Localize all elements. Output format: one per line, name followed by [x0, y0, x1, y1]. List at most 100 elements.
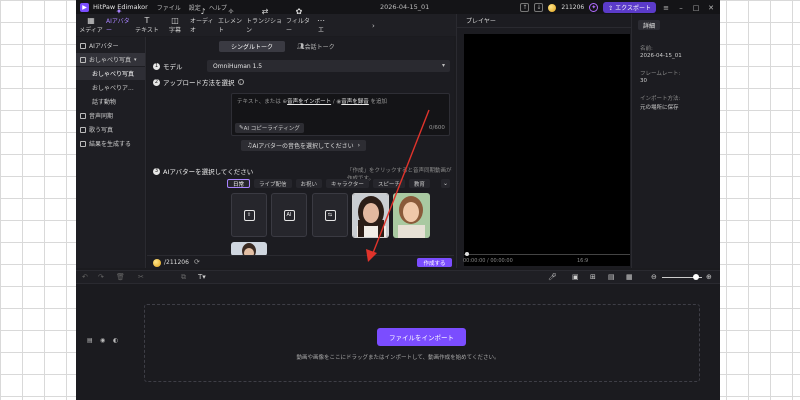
step-upload-label: アップロード方法を選択	[163, 79, 235, 87]
sidebar-sub-talking-avatar[interactable]: おしゃべりア...	[76, 81, 145, 94]
tool-subtitles-label: 字幕	[168, 27, 181, 34]
avatar-photo-1[interactable]	[352, 193, 389, 238]
upload-photo-tile[interactable]: ⇪	[231, 193, 267, 237]
ai-copywriting-button[interactable]: ✎ AI コピーライティング	[235, 123, 304, 133]
sidebar-item-talking-photo[interactable]: おしゃべり写真 ▾	[76, 53, 145, 66]
sidebar-item-ai-avatar[interactable]: AIアバター	[76, 39, 145, 52]
upload-icon[interactable]: ↑	[520, 3, 530, 12]
people-icon: 👥︎	[297, 43, 305, 50]
tool-filters-label: フィルター	[286, 18, 310, 34]
crop-icon[interactable]: ⧉	[181, 273, 186, 282]
tool-media[interactable]: ▦ メディア	[78, 16, 104, 34]
delete-icon[interactable]: 🗑︎	[116, 273, 125, 281]
download-icon[interactable]: ↓	[534, 3, 544, 12]
tool-elements-label: エレメント	[218, 18, 243, 34]
close-icon[interactable]: ✕	[706, 4, 716, 12]
link-icon[interactable]: ⊞	[590, 273, 596, 281]
category-speech[interactable]: スピーチ	[372, 179, 405, 188]
category-more-dropdown[interactable]: ⌄	[441, 179, 450, 188]
microphone-icon[interactable]: 🎤︎	[548, 273, 557, 281]
export-button[interactable]: ⇪ エクスポート	[603, 2, 656, 13]
sidebar-item-label: 結果を生成する	[89, 141, 132, 148]
category-daily[interactable]: 日常	[227, 179, 251, 188]
step-2-badge: 2	[153, 78, 160, 86]
tool-audio[interactable]: ♪ オーディオ	[190, 7, 216, 34]
sidebar-sub-talking-photo[interactable]: おしゃべり写真	[76, 67, 145, 80]
create-button[interactable]: 作成する	[417, 258, 452, 267]
menu-file[interactable]: ファイル	[157, 3, 181, 12]
avatar-photo-3[interactable]	[231, 242, 267, 256]
sidebar-item-lip-sync[interactable]: 音声同期	[76, 109, 145, 122]
text-placeholder-suffix: を追加	[370, 99, 388, 105]
tool-subtitles[interactable]: ◫ 字幕	[162, 16, 188, 34]
playback-scrubber[interactable]	[464, 254, 630, 255]
tab-single-talk[interactable]: シングルトーク	[219, 41, 286, 52]
title-bar: ▶ HitPaw Edimakor ファイル 設定 ヘルプ 2026-04-15…	[76, 0, 720, 14]
tool-transitions[interactable]: ⇄ トランジション	[246, 7, 284, 34]
avatar-category-tabs: 日常 ライブ配信 お祝い キャラクター スピーチ 教育	[227, 179, 430, 188]
record-audio-link[interactable]: 音声を録音	[341, 99, 369, 105]
import-method-value: 元の場所に保存	[640, 105, 679, 111]
switch-avatar-tile[interactable]: ⇆	[312, 193, 348, 237]
snap-icon[interactable]: ▣	[572, 273, 579, 281]
model-select[interactable]: OmniHuman 1.5 ▾	[207, 60, 450, 72]
tool-elements[interactable]: ✧ エレメント	[218, 7, 244, 34]
text-track-icon[interactable]: T▾	[198, 273, 206, 281]
chevron-down-icon: ▾	[134, 56, 137, 63]
toolbar-next-icon[interactable]: ›	[372, 22, 375, 30]
category-character[interactable]: キャラクター	[326, 179, 369, 188]
refresh-icon[interactable]: ⟳	[194, 258, 200, 266]
playhead-handle[interactable]	[465, 252, 469, 256]
zoom-slider-handle[interactable]	[693, 274, 699, 280]
undo-icon[interactable]: ↶	[82, 273, 88, 281]
ai-avatar-icon: ✦	[115, 7, 123, 16]
voice-select-label: AIアバターの音色を選択してください	[252, 143, 354, 150]
split-icon[interactable]: ✂	[138, 273, 144, 281]
tool-transitions-label: トランジション	[246, 18, 283, 34]
gift-icon[interactable]: ✦	[589, 3, 599, 12]
maximize-icon[interactable]: □	[691, 4, 701, 12]
avatar-photo-2[interactable]	[393, 193, 430, 238]
upload-photo-icon: ⇪	[243, 209, 255, 221]
tool-text[interactable]: T テキスト	[134, 16, 160, 34]
track-visibility-icon[interactable]: ◉	[100, 337, 105, 344]
import-audio-link[interactable]: 音声をインポート	[287, 99, 331, 105]
import-files-button[interactable]: ファイルをインポート	[377, 328, 466, 346]
credit-coin-icon	[153, 259, 161, 267]
category-live[interactable]: ライブ配信	[254, 179, 292, 188]
voice-select-button[interactable]: ♫ AIアバターの音色を選択してください ›	[241, 140, 367, 151]
preview-canvas[interactable]	[464, 34, 630, 266]
redo-icon[interactable]: ↷	[98, 273, 104, 281]
menu-icon[interactable]: ≡	[661, 4, 671, 12]
track-lock-icon[interactable]: ▤	[87, 337, 93, 344]
credit-coin-icon	[548, 3, 557, 12]
sidebar-sub-talking-animal[interactable]: 話す動物	[76, 95, 145, 108]
track-icon[interactable]: ▤	[608, 273, 615, 281]
sidebar-item-singing-photo[interactable]: 歌う写真	[76, 123, 145, 136]
tool-ai-avatar[interactable]: ✦ AIアバター	[106, 7, 132, 34]
category-celebration[interactable]: お祝い	[295, 179, 323, 188]
credit-count: 211206	[561, 4, 585, 11]
step-model: 1 モデル	[153, 61, 183, 71]
track-mute-icon[interactable]: ◐	[113, 337, 118, 344]
sidebar-item-generate-results[interactable]: 結果を生成する	[76, 137, 145, 150]
tab-conversation-talk[interactable]: 👥︎ 会話トーク	[285, 41, 347, 52]
talking-photo-panel: シングルトーク 👥︎ 会話トーク 1 モデル OmniHuman 1.5 ▾ 2 アッ…	[147, 37, 454, 268]
info-icon[interactable]: i	[237, 79, 244, 85]
zoom-in-icon[interactable]: ⊕	[706, 273, 712, 281]
tool-more[interactable]: ⋯ エ	[314, 16, 328, 34]
sidebar-item-label: AIアバター	[89, 43, 119, 50]
tool-filters[interactable]: ✿ フィルター	[286, 7, 312, 34]
minimize-icon[interactable]: –	[676, 4, 686, 12]
category-education[interactable]: 教育	[408, 179, 430, 188]
subtitles-icon: ◫	[171, 16, 179, 25]
player-panel: プレイヤー 00:00:00 / 00:00:00 16:9	[456, 14, 632, 268]
ai-image-icon: AI	[283, 209, 295, 221]
layers-icon[interactable]: ▦	[626, 273, 633, 281]
sidebar-sub-label: おしゃべり写真	[92, 71, 135, 78]
zoom-out-icon[interactable]: ⊖	[651, 273, 657, 281]
ai-generate-tile[interactable]: AI	[271, 193, 307, 237]
aspect-ratio[interactable]: 16:9	[577, 258, 588, 264]
player-tab[interactable]: プレイヤー	[457, 14, 631, 28]
details-tab[interactable]: 詳細	[638, 20, 661, 30]
